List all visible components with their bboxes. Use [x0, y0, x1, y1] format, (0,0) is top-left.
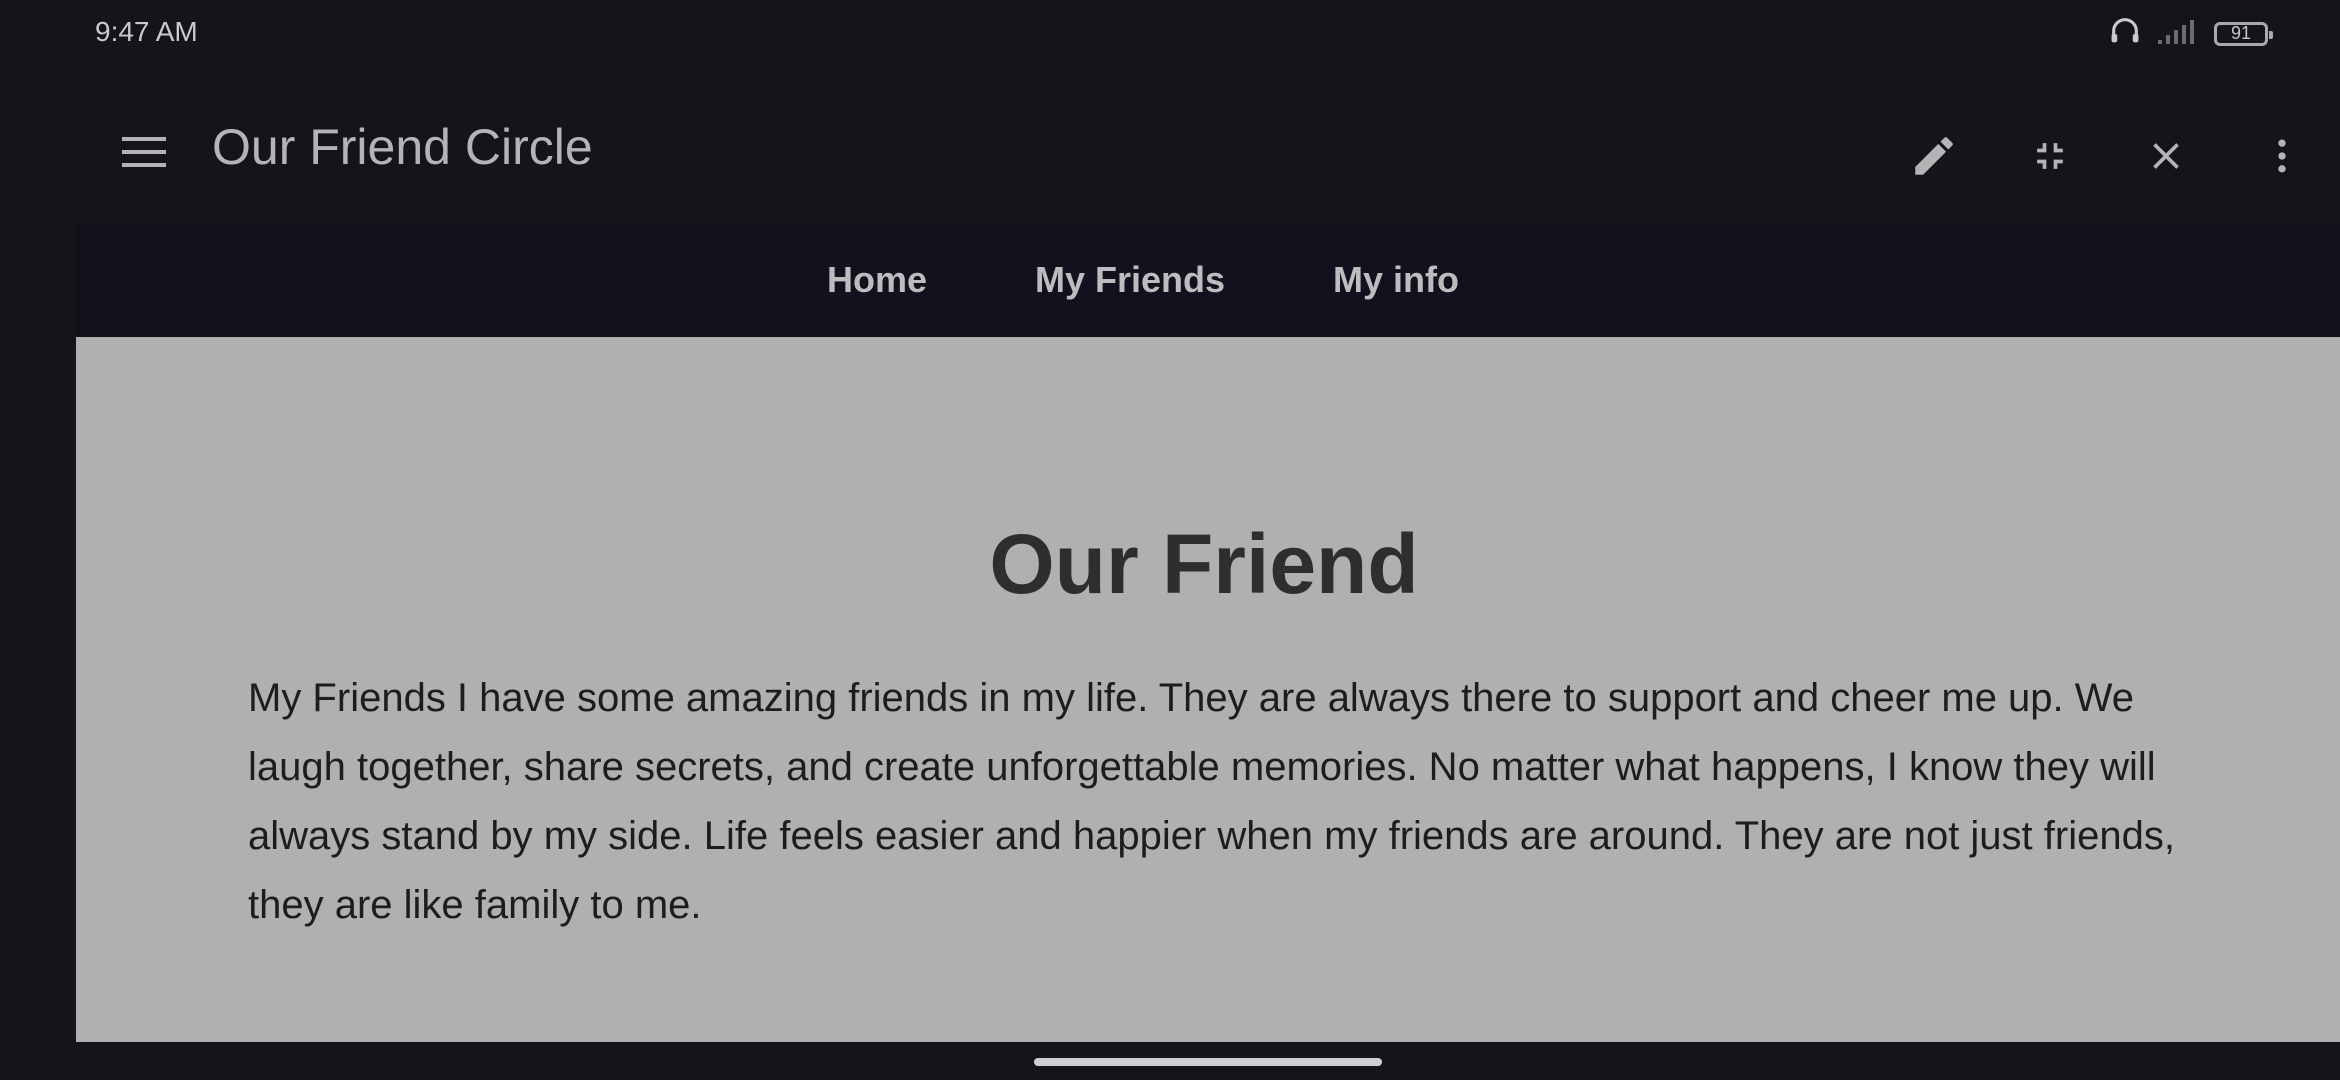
- home-indicator[interactable]: [1034, 1058, 1382, 1066]
- headphones-icon: [2108, 14, 2142, 53]
- edit-button[interactable]: [1876, 110, 1992, 206]
- nav-link-my-info[interactable]: My info: [1333, 259, 1459, 301]
- nav-link-home[interactable]: Home: [827, 259, 927, 301]
- more-options-button[interactable]: [2224, 110, 2340, 206]
- nav-link-my-friends[interactable]: My Friends: [1035, 259, 1225, 301]
- screen: 9:47 AM 91 Our Friend Circle Home My Fri…: [0, 0, 2340, 1080]
- close-button[interactable]: [2108, 110, 2224, 206]
- status-icons: 91: [2108, 14, 2273, 53]
- close-icon: [2144, 134, 2188, 183]
- battery-icon: 91: [2214, 21, 2273, 46]
- more-vert-icon: [2260, 134, 2304, 183]
- web-view: Home My Friends My info Our Friend My Fr…: [76, 222, 2340, 1042]
- edit-icon: [1909, 131, 1959, 186]
- collapse-button[interactable]: [1992, 110, 2108, 206]
- menu-icon: [120, 134, 168, 175]
- app-title: Our Friend Circle: [212, 119, 593, 175]
- page-heading: Our Friend: [989, 517, 1419, 611]
- app-bar: Our Friend Circle: [0, 64, 2340, 224]
- menu-button[interactable]: [108, 118, 180, 190]
- status-bar: 9:47 AM 91: [0, 0, 2340, 64]
- status-time: 9:47 AM: [95, 16, 198, 47]
- signal-icon: [2156, 16, 2200, 51]
- friends-paragraph: My Friends I have some amazing friends i…: [248, 676, 2175, 927]
- collapse-icon: [2028, 134, 2072, 183]
- site-nav: Home My Friends My info: [76, 222, 2340, 337]
- app-bar-actions: [1876, 110, 2340, 206]
- main-content: Our Friend My Friends I have some amazin…: [76, 337, 2340, 1042]
